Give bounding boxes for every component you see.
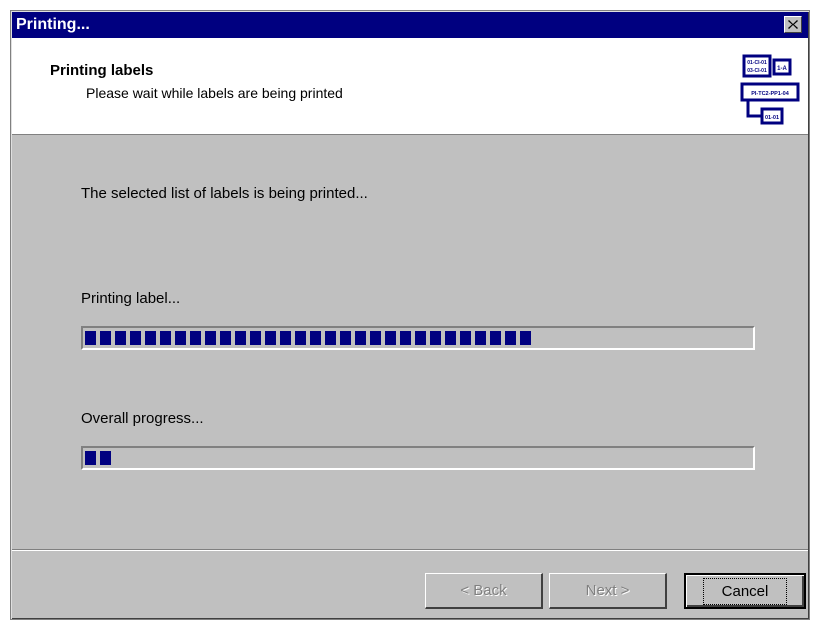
wizard-header: Printing labels Please wait while labels… <box>12 38 808 135</box>
back-button[interactable]: < Back <box>425 573 543 609</box>
status-text: The selected list of labels is being pri… <box>81 185 368 202</box>
logo-text-5: 01-01 <box>765 115 779 121</box>
label-progress-bar <box>81 326 755 350</box>
next-button[interactable]: Next > <box>549 573 667 609</box>
title-bar[interactable]: Printing... <box>12 12 808 38</box>
logo-text-2: 03-CI-01 <box>747 68 767 74</box>
logo-text-4: PI-TC2-PP1-04 <box>751 91 790 97</box>
label-wizard-icon: 01-CI-01 03-CI-01 1-A PI-TC2-PP1-04 01-0… <box>740 54 800 125</box>
header-subtitle: Please wait while labels are being print… <box>86 85 343 101</box>
overall-progress-fill <box>85 451 111 465</box>
printing-dialog: Printing... Printing labels Please wait … <box>10 10 810 620</box>
close-button[interactable] <box>784 16 802 33</box>
logo-text-3: 1-A <box>777 66 787 72</box>
cancel-button-label: Cancel <box>702 577 788 605</box>
close-x-icon <box>788 20 798 29</box>
button-separator <box>12 549 808 551</box>
window-title: Printing... <box>16 16 90 33</box>
overall-progress-bar <box>81 446 755 470</box>
logo-text-1: 01-CI-01 <box>747 60 767 66</box>
label-progress-caption: Printing label... <box>81 290 181 307</box>
header-title: Printing labels <box>50 62 154 79</box>
label-progress-fill <box>85 331 531 345</box>
overall-progress-caption: Overall progress... <box>81 410 204 427</box>
cancel-button[interactable]: Cancel <box>684 573 806 609</box>
